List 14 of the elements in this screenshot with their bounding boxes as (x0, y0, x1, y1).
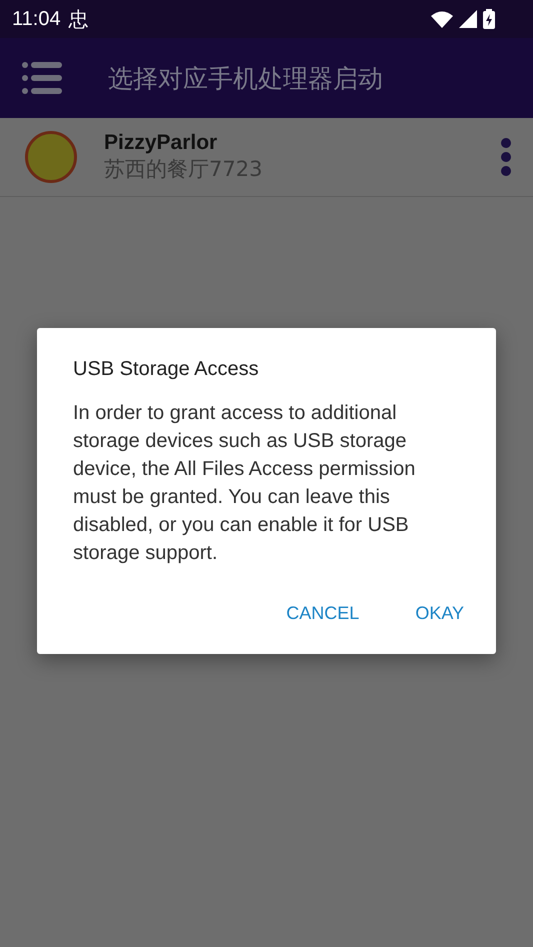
app-avatar (25, 131, 77, 183)
signal-icon (459, 10, 477, 28)
status-time: 11:04 (12, 8, 61, 30)
app-name: PizzyParlor (104, 131, 218, 155)
dialog-button[interactable]: CANCEL (270, 595, 376, 632)
notification-icon: 忠 (68, 6, 89, 32)
battery-icon (483, 9, 495, 29)
dialog-title: USB Storage Access (73, 358, 260, 381)
menu-icon[interactable] (22, 62, 62, 94)
toolbar-title: 选择对应手机处理器启动 (108, 62, 383, 94)
dialog-button[interactable]: OKAY (399, 595, 480, 632)
more-icon[interactable] (501, 138, 511, 176)
dialog-message: In order to grant access to additional storage devices such as USB storage device, the All Files Access permission must be granted. You can leave this disabled, or you can enable it for USB storage support. (73, 401, 416, 566)
wifi-icon (431, 10, 453, 28)
